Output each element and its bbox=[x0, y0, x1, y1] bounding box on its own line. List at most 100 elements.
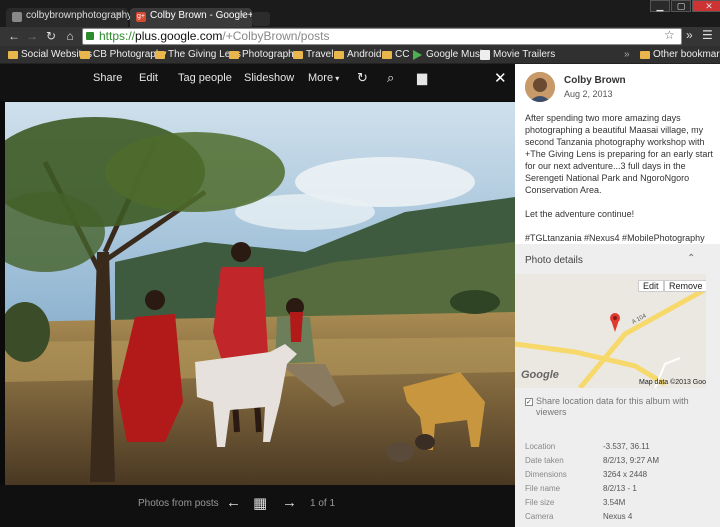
back-arrow-icon[interactable]: ← bbox=[6, 28, 22, 44]
meta-value: 3.54M bbox=[603, 498, 626, 507]
close-window-button[interactable]: ✕ bbox=[692, 0, 720, 12]
folder-icon bbox=[229, 51, 239, 59]
meta-row-file-size: File size 3.54M bbox=[525, 498, 705, 512]
maasai-photo bbox=[5, 102, 515, 485]
minimize-button[interactable]: ▁ bbox=[650, 0, 670, 12]
extensions-overflow-icon[interactable]: » bbox=[686, 28, 693, 42]
url-scheme: https:// bbox=[99, 29, 136, 43]
bookmark-label: Photography bbox=[242, 49, 299, 60]
bookmark-label: Movie Trailers bbox=[493, 49, 556, 60]
url-path: /+ColbyBrown/posts bbox=[222, 29, 330, 43]
chevron-up-icon: ⌃ bbox=[687, 253, 696, 264]
bookmark-cb-photography[interactable]: CB Photography bbox=[80, 48, 166, 62]
bookmark-android[interactable]: Android bbox=[334, 48, 381, 62]
tab-google-plus[interactable]: g+ Colby Brown - Google+ × bbox=[130, 8, 254, 27]
photo-viewer: Share Edit Tag people Slideshow More ▾ ↻… bbox=[0, 64, 515, 527]
reload-icon[interactable]: ↻ bbox=[43, 28, 59, 44]
share-location-option[interactable]: Share location data for this album with … bbox=[523, 396, 708, 418]
photo-bottom-bar: Photos from posts ← ▦ → 1 of 1 bbox=[0, 485, 515, 527]
bookmark-photography[interactable]: Photography bbox=[229, 48, 299, 62]
share-location-checkbox[interactable] bbox=[525, 397, 533, 408]
bookmark-cc[interactable]: CC bbox=[382, 48, 409, 62]
author-name[interactable]: Colby Brown bbox=[564, 75, 626, 86]
folder-icon bbox=[8, 51, 18, 59]
google-play-icon bbox=[413, 50, 422, 60]
meta-row-location: Location -3.537, 36.11 bbox=[525, 442, 705, 456]
bookmark-the-giving-lens[interactable]: The Giving Lens bbox=[155, 48, 241, 62]
bookmark-label: CC bbox=[395, 49, 410, 60]
scrollbar[interactable] bbox=[706, 274, 720, 527]
movie-trailers-icon bbox=[480, 50, 490, 60]
photo-details-header[interactable]: Photo details ⌃ bbox=[515, 250, 720, 271]
photo-action-bar: Share Edit Tag people Slideshow More ▾ ↻… bbox=[0, 64, 515, 101]
grid-view-icon[interactable]: ▦ bbox=[253, 494, 267, 512]
bookmark-label: Other bookmarks bbox=[653, 49, 720, 60]
meta-key: Dimensions bbox=[525, 470, 567, 479]
tag-people-button[interactable]: Tag people bbox=[178, 72, 232, 84]
meta-row-file-name: File name 8/2/13 - 1 bbox=[525, 484, 705, 498]
meta-key: Camera bbox=[525, 512, 554, 521]
post-card: Colby Brown Aug 2, 2013 After spending t… bbox=[515, 64, 720, 244]
tab-colbybrownphotography[interactable]: colbybrownphotography × bbox=[6, 8, 132, 27]
browser-toolbar: ← → ↻ ⌂ https://plus.google.com/+ColbyBr… bbox=[0, 27, 720, 46]
lock-icon bbox=[86, 32, 94, 40]
bookmark-label: Travel bbox=[306, 49, 334, 60]
chrome-menu-icon[interactable]: ☰ bbox=[702, 28, 713, 42]
meta-key: Date taken bbox=[525, 456, 564, 465]
new-tab-button[interactable] bbox=[252, 12, 270, 26]
chevron-down-icon: ▾ bbox=[333, 74, 340, 83]
edit-button[interactable]: Edit bbox=[139, 72, 158, 84]
meta-row-camera: Camera Nexus 4 bbox=[525, 512, 705, 526]
meta-value: Nexus 4 bbox=[603, 512, 633, 521]
meta-row-date-taken: Date taken 8/2/13, 9:27 AM bbox=[525, 456, 705, 470]
map-remove-button[interactable]: Remove bbox=[664, 280, 708, 292]
google-plus-favicon-icon: g+ bbox=[136, 12, 146, 22]
close-icon[interactable]: ✕ bbox=[494, 69, 507, 87]
meta-value: 3264 x 2448 bbox=[603, 470, 648, 479]
home-icon[interactable]: ⌂ bbox=[62, 28, 78, 44]
previous-arrow-icon[interactable]: ← bbox=[226, 494, 241, 511]
tab-close-icon[interactable]: × bbox=[116, 9, 122, 21]
map-edit-button[interactable]: Edit bbox=[638, 280, 664, 292]
bookmark-other-bookmarks[interactable]: Other bookmarks bbox=[640, 48, 720, 62]
next-arrow-icon[interactable]: → bbox=[282, 494, 297, 511]
folder-icon bbox=[155, 51, 165, 59]
bookmark-label: Android bbox=[347, 49, 382, 60]
avatar[interactable] bbox=[525, 72, 555, 102]
post-hashtags[interactable]: #TGLtanzania #Nexus4 #MobilePhotography bbox=[525, 232, 713, 244]
address-bar[interactable]: https://plus.google.com/+ColbyBrown/post… bbox=[82, 28, 682, 45]
share-button[interactable]: Share bbox=[93, 72, 122, 84]
photos-from-posts-label: Photos from posts bbox=[138, 498, 219, 509]
folder-icon bbox=[334, 51, 344, 59]
meta-value: -3.537, 36.11 bbox=[603, 442, 650, 451]
meta-value: 8/2/13 - 1 bbox=[603, 484, 637, 493]
forward-arrow-icon[interactable]: → bbox=[24, 28, 40, 44]
bookmarks-overflow-icon[interactable]: » bbox=[624, 48, 630, 62]
favicon-icon bbox=[12, 12, 22, 22]
meta-key: File size bbox=[525, 498, 555, 507]
folder-icon bbox=[293, 51, 303, 59]
photo-details-label: Photo details bbox=[525, 255, 583, 266]
bookmark-google-music[interactable]: Google Music bbox=[413, 48, 487, 62]
meta-key: Location bbox=[525, 442, 556, 451]
post-paragraph: Let the adventure continue! bbox=[525, 209, 635, 219]
browser-titlebar: colbybrownphotography × g+ Colby Brown -… bbox=[0, 0, 720, 27]
share-location-label: Share location data for this album with … bbox=[536, 396, 689, 417]
bookmark-star-icon[interactable]: ☆ bbox=[664, 28, 675, 42]
photo-counter: 1 of 1 bbox=[310, 498, 336, 509]
more-label: More bbox=[308, 72, 334, 84]
bookmark-movie-trailers[interactable]: Movie Trailers bbox=[480, 48, 555, 62]
maximize-button[interactable]: ▢ bbox=[671, 0, 691, 12]
post-text: After spending two more amazing days pho… bbox=[525, 112, 713, 256]
profile-photo-icon bbox=[525, 72, 555, 102]
zoom-icon[interactable]: ⌕ bbox=[387, 70, 394, 86]
more-button[interactable]: More ▾ bbox=[308, 72, 339, 84]
bookmark-travel[interactable]: Travel bbox=[293, 48, 333, 62]
slideshow-button[interactable]: Slideshow bbox=[244, 72, 294, 84]
bookmarks-bar: Social Websites CB Photography The Givin… bbox=[0, 46, 720, 64]
rotate-icon[interactable]: ↻ bbox=[357, 70, 368, 86]
photo[interactable] bbox=[5, 102, 515, 485]
post-date[interactable]: Aug 2, 2013 bbox=[564, 89, 613, 99]
trash-icon[interactable]: ▆ bbox=[417, 70, 427, 86]
tab-close-icon[interactable]: × bbox=[240, 9, 246, 21]
